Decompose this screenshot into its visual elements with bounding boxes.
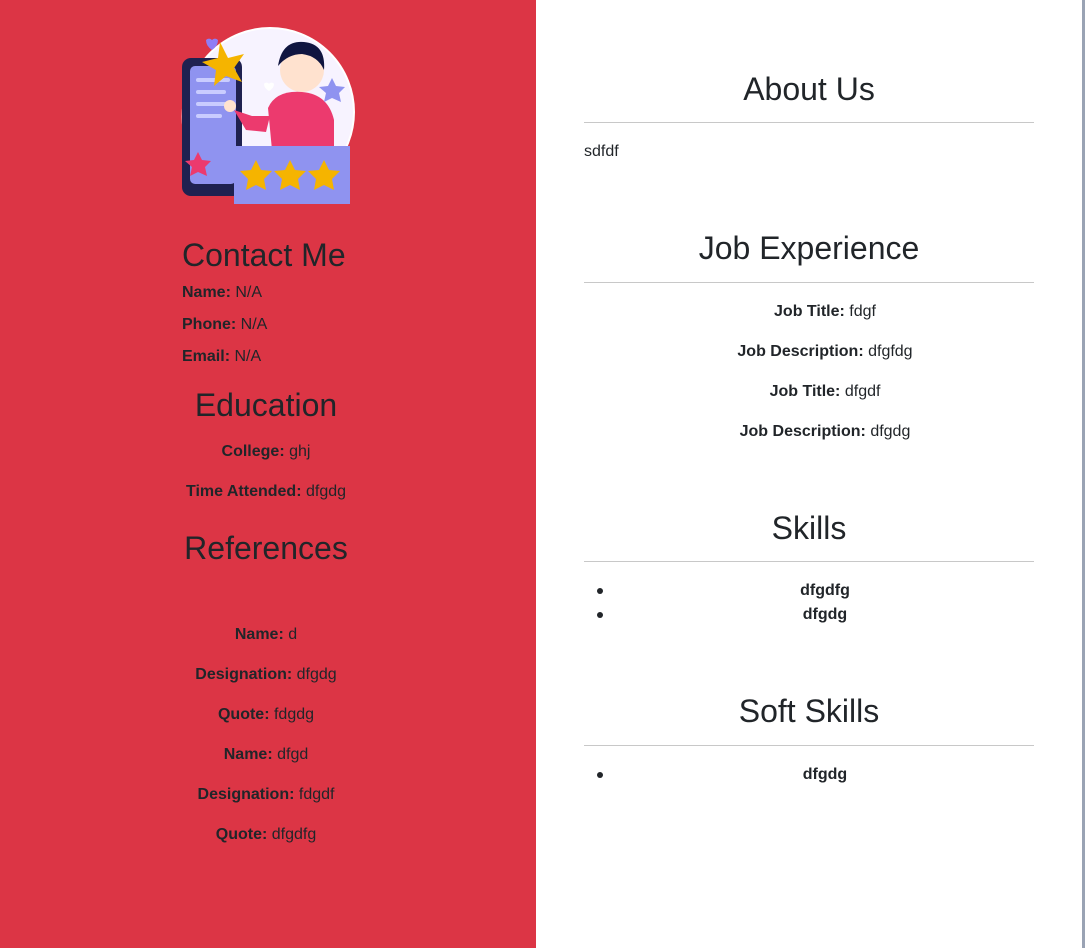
job-description-label: Job Description: [739,423,866,440]
reference-name-value: d [288,626,298,643]
contact-heading: Contact Me [182,237,346,273]
job-title-value: dfgdf [844,383,881,400]
references-heading: References [184,530,348,566]
job-description: Job Description: dfgfdg [584,344,1066,360]
skill-item: dfgdg [802,606,848,623]
reference-quote-label: Quote: [217,706,270,723]
education-time: Time Attended: dfgdg [0,484,532,500]
about-text: sdfdf [584,143,619,160]
reference-quote: Quote: dfgdfg [0,827,532,843]
reference-designation: Designation: dfgdg [0,667,532,683]
reference-name-value: dfgd [277,746,309,763]
reference-designation-label: Designation: [195,666,293,683]
skills-heading: Skills [771,510,847,546]
reference-quote-value: dfgdfg [271,826,317,843]
job-experience-heading: Job Experience [698,230,920,266]
soft-skills-divider [584,745,1034,746]
skills-divider [584,561,1034,562]
job-title: Job Title: dfgdf [584,384,1066,400]
reference-name: Name: dfgd [0,747,532,763]
soft-skill-item: dfgdg [802,766,848,783]
contact-email-value: N/A [234,348,262,365]
job-title-label: Job Title: [769,383,841,400]
reference-designation-label: Designation: [197,786,295,803]
job-experience-divider [584,282,1034,283]
skill-item: dfgdfg [800,582,850,599]
job-description-label: Job Description: [737,343,864,360]
reference-name: Name: d [0,627,532,643]
soft-skills-heading: Soft Skills [738,693,880,729]
education-college-label: College: [221,443,285,460]
reference-designation-value: dfgdg [296,666,337,683]
reference-quote: Quote: fdgdg [0,707,532,723]
about-heading: About Us [743,71,875,107]
contact-name-label: Name: [182,284,231,301]
reference-name-label: Name: [223,746,273,763]
contact-email-label: Email: [182,348,231,365]
reference-quote-value: fdgdg [273,706,315,723]
contact-name-value: N/A [235,284,263,301]
reference-designation-value: fdgdf [298,786,335,803]
contact-phone: Phone: N/A [182,317,267,333]
job-description-value: dfgdg [870,423,911,440]
contact-phone-value: N/A [240,316,268,333]
about-divider [584,122,1034,123]
reference-name-label: Name: [234,626,284,643]
job-description: Job Description: dfgdg [584,424,1066,440]
job-title-value: fdgf [849,303,876,320]
education-college: College: ghj [0,444,532,460]
contact-name: Name: N/A [182,285,262,301]
education-time-value: dfgdg [305,483,347,500]
education-college-value: ghj [289,443,311,460]
phone-rating-illustration-icon [181,27,355,204]
education-time-label: Time Attended: [185,483,302,500]
contact-phone-label: Phone: [182,316,237,333]
reference-quote-label: Quote: [215,826,268,843]
education-heading: Education [194,387,338,423]
job-description-value: dfgfdg [868,343,913,360]
contact-email: Email: N/A [182,349,261,365]
job-title-label: Job Title: [774,303,845,320]
job-title: Job Title: fdgf [584,304,1066,320]
reference-designation: Designation: fdgdf [0,787,532,803]
